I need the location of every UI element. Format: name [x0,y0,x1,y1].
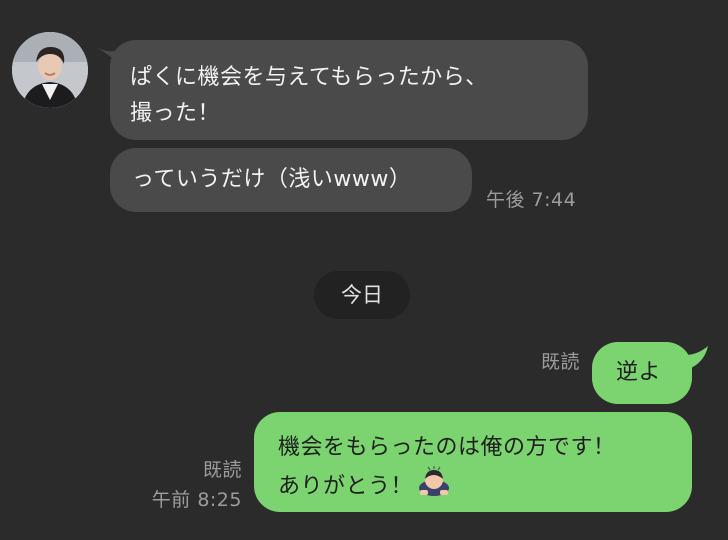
message-text: ぱくに機会を与えてもらったから、 [130,65,488,90]
received-message-bubble[interactable]: っていうだけ（浅いwww） [110,148,472,212]
message-text: 機会をもらったのは俺の方です！ [278,435,616,460]
message-timestamp: 午後 7:44 [486,189,577,211]
message-text: 撮った！ [130,101,221,126]
read-receipt: 既読 [202,459,242,481]
message-text: 逆よ [616,360,662,385]
read-receipt: 既読 [540,351,580,373]
avatar-photo [12,32,88,108]
message-text: っていうだけ（浅いwww） [132,167,412,192]
message-timestamp: 午前 8:25 [151,489,242,511]
bowing-person-icon [417,466,451,508]
message-text: ありがとう！ [278,474,414,499]
sent-message-bubble[interactable]: 機会をもらったのは俺の方です！ ありがとう！ [254,412,692,512]
date-divider: 今日 [314,271,410,319]
contact-avatar[interactable] [12,32,88,108]
bubble-tail [676,346,708,370]
received-message-bubble[interactable]: ぱくに機会を与えてもらったから、 撮った！ [110,40,588,140]
